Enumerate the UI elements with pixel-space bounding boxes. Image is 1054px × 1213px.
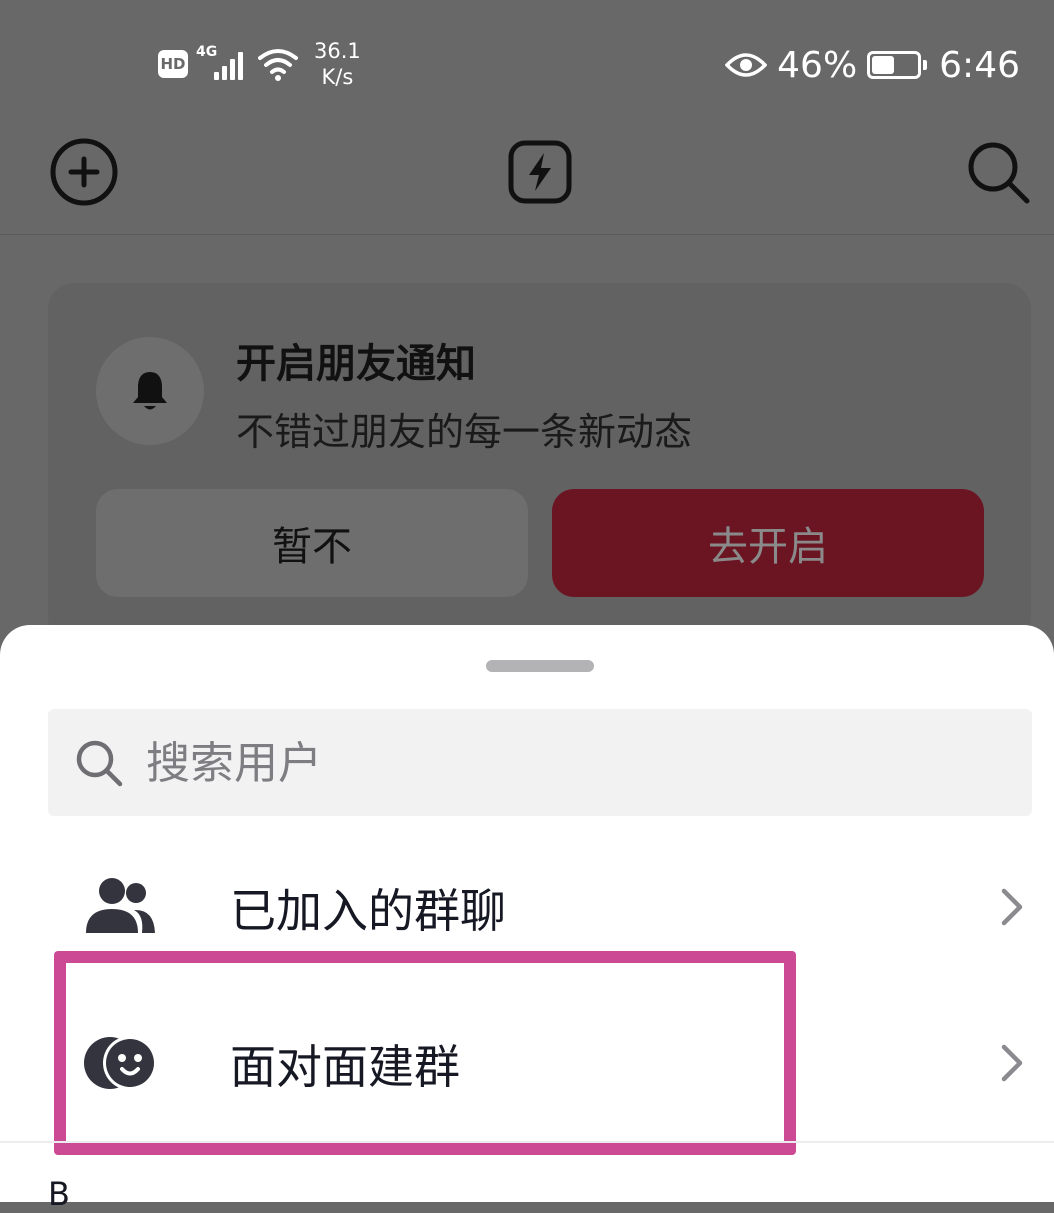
search-icon <box>968 142 1030 204</box>
clock: 6:46 <box>939 44 1020 86</box>
add-circle-icon <box>50 138 118 206</box>
sheet-drag-handle[interactable] <box>486 660 594 672</box>
battery-icon <box>867 51 928 79</box>
highlight-frame <box>54 951 796 1155</box>
flash-button[interactable] <box>500 132 580 212</box>
search-user-input[interactable] <box>144 709 1008 818</box>
eye-icon <box>725 53 768 77</box>
speed-value: 36.1 <box>314 39 361 63</box>
enable-notification-button[interactable]: 去开启 <box>552 489 984 597</box>
top-bar <box>0 120 1054 235</box>
group-icon <box>86 878 155 933</box>
divider <box>0 1141 1054 1143</box>
friend-notification-card: 开启朋友通知 不错过朋友的每一条新动态 暂不 去开启 <box>48 283 1031 643</box>
bell-icon-wrapper <box>96 337 204 445</box>
notification-title: 开启朋友通知 <box>236 341 476 387</box>
search-icon <box>76 740 123 787</box>
bell-icon <box>133 372 167 410</box>
status-right: 46% 6:46 <box>725 40 1020 90</box>
battery-percent: 46% <box>777 44 858 86</box>
top-search-button[interactable] <box>958 132 1038 212</box>
cellular-signal-icon: 4G <box>196 44 248 84</box>
lightning-icon <box>508 140 572 204</box>
status-left: HD 4G 36.1 K/s <box>158 38 361 90</box>
add-friend-button[interactable] <box>44 132 124 212</box>
section-index-letter: B <box>48 1175 70 1213</box>
speed-unit: K/s <box>321 65 354 89</box>
status-bar: HD 4G 36.1 K/s 46% 6:46 <box>0 0 1054 120</box>
bottom-sheet: 已加入的群聊 面对面建群 B <box>0 625 1054 1213</box>
wifi-icon <box>258 49 298 81</box>
network-speed: 36.1 K/s <box>314 38 361 90</box>
joined-groups-label: 已加入的群聊 <box>230 884 506 938</box>
user-search-box[interactable] <box>48 709 1032 818</box>
chevron-right-icon <box>1001 888 1023 926</box>
not-now-button[interactable]: 暂不 <box>96 489 528 597</box>
chevron-right-icon <box>1001 1044 1023 1082</box>
hd-badge: HD <box>158 50 188 78</box>
notification-subtitle: 不错过朋友的每一条新动态 <box>236 410 693 454</box>
